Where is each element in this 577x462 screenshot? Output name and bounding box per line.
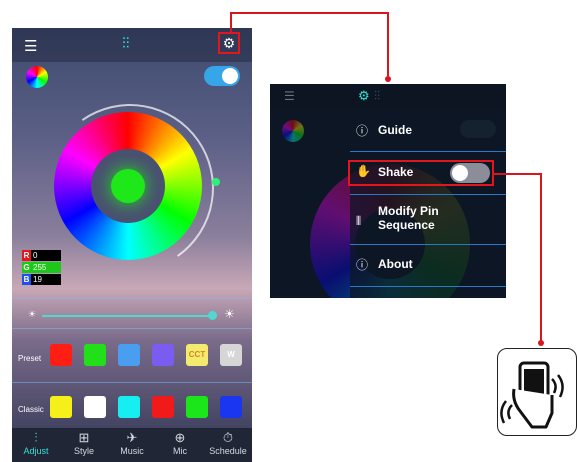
- preset-swatch[interactable]: [118, 344, 140, 366]
- menu-divider: [350, 286, 506, 287]
- help-circle-icon: ⓘ: [356, 124, 369, 138]
- connector-dot: [385, 76, 391, 82]
- g-value: 255: [31, 262, 61, 273]
- r-channel-label: R: [22, 250, 31, 261]
- classic-swatch[interactable]: [220, 396, 242, 418]
- settings-menu-screen: ☰ ⚙ ⫶⫶ ⓘ Guide ✋ Shake ⫴ Modify Pin Sequ…: [270, 84, 506, 298]
- settings-gear-icon[interactable]: ⚙: [358, 88, 370, 104]
- tab-label: Adjust: [23, 446, 49, 456]
- menu-item-label: Guide: [378, 123, 413, 137]
- preset-swatch[interactable]: W: [220, 344, 242, 366]
- preset-swatch[interactable]: [50, 344, 72, 366]
- connector-dot: [538, 340, 544, 346]
- pin-sequence-icon: ⫴: [356, 214, 362, 228]
- shake-toggle[interactable]: [450, 163, 490, 183]
- tab-schedule[interactable]: ⏱ Schedule: [204, 430, 252, 456]
- color-wheel-icon[interactable]: [26, 66, 48, 88]
- tab-label: Schedule: [209, 446, 247, 456]
- connector-line: [492, 173, 542, 175]
- divider: [12, 382, 252, 383]
- preset-swatch[interactable]: [84, 344, 106, 366]
- classic-swatch[interactable]: [186, 396, 208, 418]
- menu-item-about[interactable]: ⓘ About: [350, 256, 506, 276]
- connector-line: [540, 173, 542, 343]
- classic-label: Classic: [18, 405, 44, 414]
- tab-style[interactable]: ⊞ Style: [60, 430, 108, 456]
- rgb-g-readout: G 255: [22, 262, 61, 273]
- divider: [12, 328, 252, 329]
- menu-item-label: Modify Pin: [378, 204, 439, 218]
- grid-icon: ⊞: [78, 430, 90, 445]
- menu-item-label: About: [378, 257, 413, 271]
- tab-mic[interactable]: ⊕ Mic: [156, 430, 204, 456]
- classic-swatch[interactable]: [118, 396, 140, 418]
- menu-divider: [350, 194, 506, 195]
- menu-icon[interactable]: ☰: [284, 89, 295, 103]
- preset-label: Preset: [18, 354, 42, 363]
- tab-label: Mic: [173, 446, 187, 456]
- phone-adjust-screen: ☰ ⫶⫶ ⚙ R0 G 255 B 19 ☀ ☀ Preset CCT W Class…: [12, 28, 252, 462]
- classic-swatch[interactable]: [50, 396, 72, 418]
- power-toggle[interactable]: [204, 66, 240, 86]
- settings-gear-icon[interactable]: ⚙: [218, 32, 240, 54]
- settings-menu: ⓘ Guide ✋ Shake ⫴ Modify Pin Sequence ⓘ …: [350, 110, 506, 298]
- top-bar: ☰ ⫶⫶ ⚙: [12, 28, 252, 62]
- menu-divider: [350, 244, 506, 245]
- b-value: 19: [31, 274, 61, 285]
- info-icon: ⓘ: [356, 258, 369, 272]
- b-channel-label: B: [22, 274, 31, 285]
- tab-label: Style: [73, 446, 94, 456]
- classic-swatch[interactable]: [152, 396, 174, 418]
- r-value: 0: [31, 250, 61, 261]
- color-wheel-icon: [282, 120, 304, 142]
- wheel-arc: [32, 90, 228, 286]
- brightness-high-icon: ☀: [224, 307, 235, 321]
- menu-divider: [350, 151, 506, 152]
- equalizer-icon[interactable]: ⫶⫶: [374, 89, 380, 104]
- menu-top-bar: ☰ ⚙ ⫶⫶: [270, 84, 506, 110]
- connector-line: [230, 12, 232, 32]
- preset-swatch[interactable]: [152, 344, 174, 366]
- tab-adjust[interactable]: ⫶ Adjust: [12, 430, 60, 456]
- menu-item-guide[interactable]: ⓘ Guide: [350, 122, 506, 142]
- menu-item-label: Sequence: [378, 218, 435, 232]
- menu-icon[interactable]: ☰: [24, 37, 37, 55]
- divider: [12, 298, 252, 299]
- stopwatch-icon: ⏱: [222, 430, 234, 445]
- connector-line: [387, 12, 389, 76]
- sliders-icon: ⫶: [34, 430, 38, 445]
- classic-swatch[interactable]: [84, 396, 106, 418]
- rgb-b-readout: B 19: [22, 274, 61, 285]
- preset-swatch[interactable]: CCT: [186, 344, 208, 366]
- menu-item-modify-pin-sequence[interactable]: ⫴ Modify Pin Sequence: [350, 204, 506, 238]
- tab-music[interactable]: ✈ Music: [108, 430, 156, 456]
- brightness-low-icon: ☀: [28, 309, 37, 319]
- connector-line: [230, 12, 389, 14]
- brightness-slider[interactable]: [42, 315, 214, 317]
- wheel-arc-handle[interactable]: [212, 178, 220, 186]
- g-channel-label: G: [22, 262, 31, 273]
- equalizer-icon[interactable]: ⫶⫶: [122, 35, 130, 52]
- microphone-icon: ⊕: [174, 430, 186, 445]
- tab-label: Music: [120, 446, 144, 456]
- bottom-tab-bar: ⫶ Adjust ⊞ Style ✈ Music ⊕ Mic ⏱ Schedule: [12, 428, 252, 462]
- shake-phone-icon: [497, 348, 577, 436]
- rgb-r-readout: R0: [22, 250, 61, 261]
- brightness-slider-handle[interactable]: [208, 311, 217, 320]
- music-icon: ✈: [126, 430, 138, 445]
